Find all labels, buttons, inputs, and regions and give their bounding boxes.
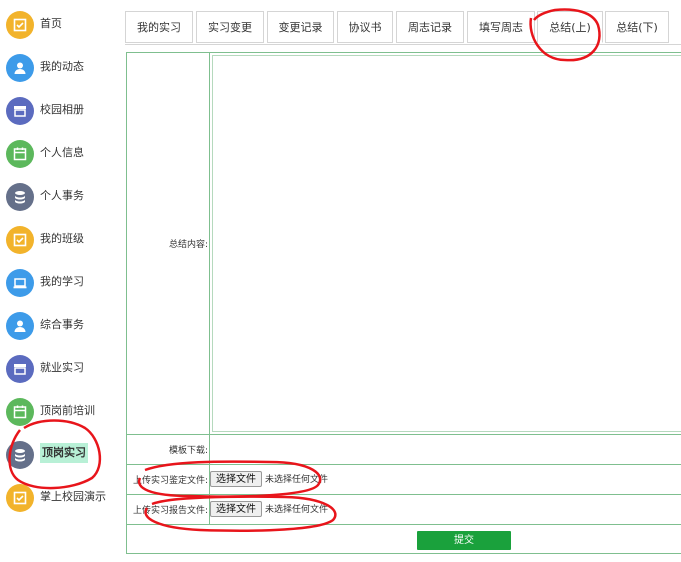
sidebar-item-label: 我的班级: [40, 232, 84, 245]
summary-label: 总结内容:: [168, 240, 208, 250]
sidebar-item-label: 个人信息: [40, 146, 84, 159]
tab-weekly-records[interactable]: 周志记录: [396, 11, 464, 43]
calendar-icon: [6, 140, 34, 168]
tab-bar: 我的实习 实习变更 变更记录 协议书 周志记录 填写周志 总结(上) 总结(下): [125, 11, 681, 45]
report-file-status: 未选择任何文件: [265, 505, 329, 515]
tab-my-internship[interactable]: 我的实习: [125, 11, 193, 43]
tab-summary-first[interactable]: 总结(上): [537, 11, 603, 43]
sidebar-item-personal-affairs[interactable]: 个人事务: [0, 177, 120, 217]
database-icon: [6, 183, 34, 211]
appraisal-upload-row: 上传实习鉴定文件: 选择文件 未选择任何文件: [127, 465, 681, 495]
tab-agreement[interactable]: 协议书: [337, 11, 393, 43]
store-icon: [6, 355, 34, 383]
sidebar-item-label: 我的学习: [40, 275, 84, 288]
report-upload-row: 上传实习报告文件: 选择文件 未选择任何文件: [127, 495, 681, 525]
sidebar-item-general-affairs[interactable]: 综合事务: [0, 306, 120, 346]
appraisal-choose-file-button[interactable]: 选择文件: [210, 471, 262, 487]
summary-textarea[interactable]: [212, 55, 681, 432]
sidebar-item-pre-post-training[interactable]: 顶岗前培训: [0, 392, 120, 432]
tab-summary-second[interactable]: 总结(下): [605, 11, 669, 43]
sidebar-item-mobile-campus-demo[interactable]: 掌上校园演示: [0, 478, 120, 518]
sidebar-item-label: 个人事务: [40, 189, 84, 202]
sidebar-item-label: 首页: [40, 17, 62, 30]
appraisal-file-status: 未选择任何文件: [265, 475, 329, 485]
sidebar-item-personal-info[interactable]: 个人信息: [0, 134, 120, 174]
summary-row: 总结内容:: [127, 53, 681, 435]
sidebar-item-home[interactable]: 首页: [0, 5, 120, 45]
appraisal-upload-label: 上传实习鉴定文件:: [132, 476, 208, 486]
template-label: 模板下载:: [168, 446, 208, 456]
sidebar-item-my-study[interactable]: 我的学习: [0, 263, 120, 303]
tab-write-weekly[interactable]: 填写周志: [467, 11, 535, 43]
database-icon: [6, 441, 34, 469]
submit-button[interactable]: 提交: [417, 531, 511, 550]
sidebar-item-label: 校园相册: [40, 103, 84, 116]
tab-internship-change[interactable]: 实习变更: [196, 11, 264, 43]
sidebar-item-label: 综合事务: [40, 318, 84, 331]
store-icon: [6, 97, 34, 125]
sidebar-item-label: 就业实习: [40, 361, 84, 374]
check-square-icon: [6, 11, 34, 39]
sidebar-item-my-class[interactable]: 我的班级: [0, 220, 120, 260]
sidebar-item-post-internship[interactable]: 顶岗实习: [0, 435, 120, 475]
user-icon: [6, 54, 34, 82]
report-upload-label: 上传实习报告文件:: [132, 506, 208, 516]
check-square-icon: [6, 226, 34, 254]
check-square-icon: [6, 484, 34, 512]
laptop-icon: [6, 269, 34, 297]
sidebar-item-label: 顶岗前培训: [40, 404, 95, 417]
calendar-icon: [6, 398, 34, 426]
template-row: 模板下载:: [127, 435, 681, 465]
sidebar-item-my-activity[interactable]: 我的动态: [0, 48, 120, 88]
report-choose-file-button[interactable]: 选择文件: [210, 501, 262, 517]
sidebar-item-label: 顶岗实习: [40, 443, 88, 463]
user-icon: [6, 312, 34, 340]
sidebar: 首页 我的动态 校园相册 个人信息 个人事务 我的班级 我的学习 综合事务 就业…: [0, 0, 120, 562]
sidebar-item-label: 我的动态: [40, 60, 84, 73]
sidebar-item-campus-album[interactable]: 校园相册: [0, 91, 120, 131]
sidebar-item-employment-internship[interactable]: 就业实习: [0, 349, 120, 389]
sidebar-item-label: 掌上校园演示: [40, 490, 106, 503]
summary-form: 总结内容: 模板下载: 上传实习鉴定文件: 选择文件 未选择任何文件 上传实习报…: [126, 52, 681, 554]
tab-change-records[interactable]: 变更记录: [267, 11, 334, 43]
